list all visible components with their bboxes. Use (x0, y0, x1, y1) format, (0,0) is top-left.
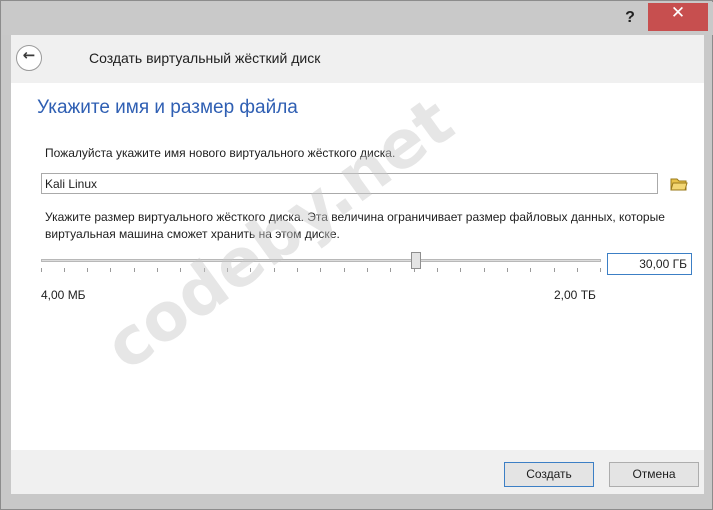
folder-icon[interactable] (670, 175, 688, 193)
slider-tick (507, 268, 508, 272)
create-button[interactable]: Создать (504, 462, 594, 487)
slider-tick (157, 268, 158, 272)
slider-tick (390, 268, 391, 272)
title-bar: ? ✕ (2, 2, 713, 35)
size-max-label: 2,00 ТБ (554, 288, 596, 302)
slider-tick (180, 268, 181, 272)
back-arrow-icon[interactable]: ← (16, 45, 42, 71)
slider-tick (577, 268, 578, 272)
size-min-label: 4,00 МБ (41, 288, 86, 302)
slider-tick (110, 268, 111, 272)
slider-tick (64, 268, 65, 272)
help-button[interactable]: ? (614, 5, 646, 31)
slider-handle[interactable] (411, 252, 421, 269)
wizard-content: Укажите имя и размер файла Пожалуйста ук… (11, 83, 704, 450)
slider-tick (600, 268, 601, 272)
disk-name-input[interactable]: Kali Linux (41, 173, 658, 194)
slider-tick (554, 268, 555, 272)
slider-tick (437, 268, 438, 272)
slider-tick (134, 268, 135, 272)
slider-tick (530, 268, 531, 272)
slider-tick (484, 268, 485, 272)
slider-tick (344, 268, 345, 272)
slider-track (41, 259, 601, 262)
size-label: Укажите размер виртуального жёсткого дис… (45, 210, 665, 241)
dialog-window: ? ✕ ← Создать виртуальный жёсткий диск У… (0, 0, 713, 510)
slider-tick (367, 268, 368, 272)
wizard-header: ← Создать виртуальный жёсткий диск (11, 35, 704, 83)
slider-tick (204, 268, 205, 272)
slider-tick (41, 268, 42, 272)
slider-tick (460, 268, 461, 272)
close-button[interactable]: ✕ (648, 3, 708, 31)
slider-tick (297, 268, 298, 272)
slider-tick (250, 268, 251, 272)
wizard-title: Создать виртуальный жёсткий диск (89, 50, 321, 66)
slider-tick (227, 268, 228, 272)
size-slider[interactable] (41, 251, 601, 275)
slider-tick (87, 268, 88, 272)
cancel-button[interactable]: Отмена (609, 462, 699, 487)
page-title: Укажите имя и размер файла (37, 97, 298, 118)
name-label: Пожалуйста укажите имя нового виртуально… (45, 146, 396, 160)
size-input[interactable]: 30,00 ГБ (607, 253, 692, 275)
slider-tick (274, 268, 275, 272)
dialog-footer: Создать Отмена (11, 450, 704, 494)
slider-tick (320, 268, 321, 272)
